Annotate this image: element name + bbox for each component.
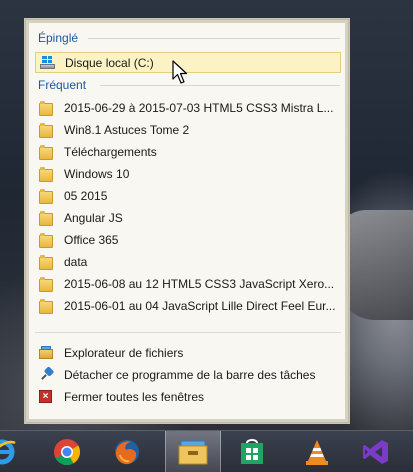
task-unpin-program[interactable]: Détacher ce programme de la barre des tâ…	[35, 364, 341, 385]
frequent-item[interactable]: 2015-06-01 au 04 JavaScript Lille Direct…	[35, 295, 341, 316]
close-all-icon: ×	[39, 390, 55, 404]
folder-icon	[39, 100, 55, 116]
taskbar-app-visual-studio[interactable]	[352, 431, 400, 472]
folder-icon	[39, 210, 55, 226]
internet-explorer-icon	[0, 439, 16, 464]
task-label: Fermer toutes les fenêtres	[64, 389, 205, 404]
frequent-heading: Fréquent	[38, 78, 87, 92]
pinned-section: Épinglé	[38, 31, 340, 45]
task-close-all-windows[interactable]: × Fermer toutes les fenêtres	[35, 386, 341, 407]
tasks-divider	[35, 332, 341, 333]
frequent-item[interactable]: Win8.1 Astuces Tome 2	[35, 119, 341, 140]
frequent-item[interactable]: Angular JS	[35, 207, 341, 228]
folder-icon	[39, 122, 55, 138]
pinned-heading-rule	[88, 38, 340, 39]
folder-icon	[39, 232, 55, 248]
vlc-icon	[306, 439, 328, 465]
folder-icon	[39, 254, 55, 270]
pinned-heading: Épinglé	[38, 31, 79, 45]
frequent-item-label: Téléchargements	[64, 144, 157, 159]
frequent-item[interactable]: 2015-06-08 au 12 HTML5 CSS3 JavaScript X…	[35, 273, 341, 294]
frequent-item[interactable]: data	[35, 251, 341, 272]
file-explorer-icon	[178, 440, 208, 464]
mouse-cursor-icon	[172, 60, 188, 84]
folder-icon	[39, 276, 55, 292]
frequent-item-label: 2015-06-01 au 04 JavaScript Lille Direct…	[64, 298, 336, 313]
frequent-heading-rule	[100, 85, 340, 86]
frequent-item[interactable]: 05 2015	[35, 185, 341, 206]
taskbar-app-file-explorer[interactable]	[165, 431, 221, 472]
file-explorer-icon	[39, 345, 55, 360]
frequent-item[interactable]: Téléchargements	[35, 141, 341, 162]
frequent-item-label: 2015-06-08 au 12 HTML5 CSS3 JavaScript X…	[64, 276, 335, 291]
frequent-item-label: Windows 10	[64, 166, 130, 181]
taskbar-app-firefox[interactable]	[103, 431, 151, 472]
firefox-icon	[115, 439, 139, 464]
frequent-item-label: data	[64, 254, 88, 269]
chrome-icon	[54, 438, 81, 465]
unpin-icon	[39, 365, 55, 382]
taskbar-app-internet-explorer[interactable]	[0, 431, 22, 472]
drive-icon	[40, 55, 56, 70]
frequent-item[interactable]: Windows 10	[35, 163, 341, 184]
folder-icon	[39, 188, 55, 204]
pinned-item-label: Disque local (C:)	[65, 55, 154, 70]
task-label: Détacher ce programme de la barre des tâ…	[64, 367, 316, 382]
store-icon	[241, 438, 263, 464]
taskbar-app-chrome[interactable]	[43, 431, 91, 472]
frequent-item-label: Office 365	[64, 232, 119, 247]
frequent-item-label: Angular JS	[64, 210, 123, 225]
frequent-item-label: Win8.1 Astuces Tome 2	[64, 122, 190, 137]
folder-icon	[39, 144, 55, 160]
frequent-item-label: 2015-06-29 à 2015-07-03 HTML5 CSS3 Mistr…	[64, 100, 334, 115]
taskbar-app-vlc[interactable]	[293, 431, 341, 472]
frequent-item[interactable]: Office 365	[35, 229, 341, 250]
task-file-explorer[interactable]: Explorateur de fichiers	[35, 342, 341, 363]
frequent-item[interactable]: 2015-06-29 à 2015-07-03 HTML5 CSS3 Mistr…	[35, 97, 341, 118]
frequent-section: Fréquent	[38, 78, 340, 92]
taskbar-app-windows-store[interactable]	[228, 431, 276, 472]
taskbar	[0, 430, 413, 472]
folder-icon	[39, 166, 55, 182]
visual-studio-icon	[363, 439, 388, 464]
folder-icon	[39, 298, 55, 314]
frequent-item-label: 05 2015	[64, 188, 108, 203]
task-label: Explorateur de fichiers	[64, 345, 184, 360]
